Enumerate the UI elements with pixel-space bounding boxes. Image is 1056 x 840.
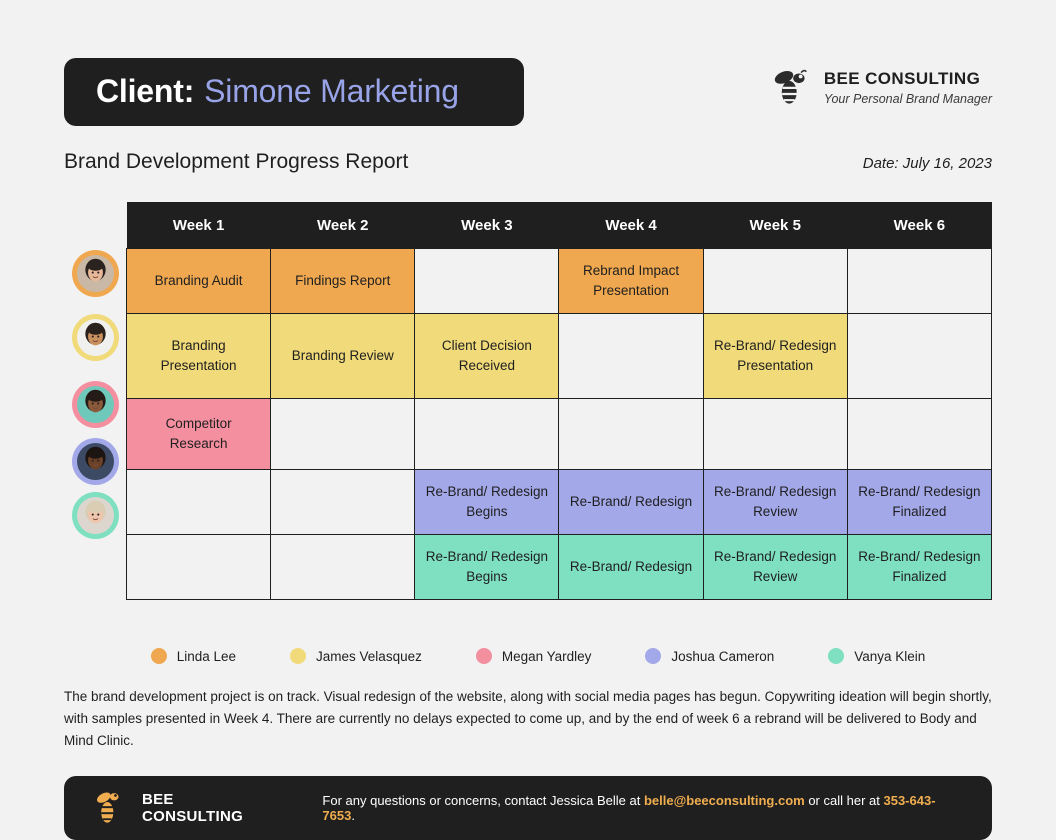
brand-logo-block: BEE CONSULTING Your Personal Brand Manag… — [770, 58, 992, 108]
task-cell[interactable]: Rebrand Impact Presentation — [558, 248, 704, 314]
avatar-cell — [64, 488, 126, 542]
footer-message-middle: or call her at — [804, 792, 884, 808]
avatar-megan-yardley — [71, 380, 119, 428]
task-cell[interactable]: Client Decision Received — [414, 313, 560, 399]
empty-cell — [702, 398, 848, 470]
avatar-photo — [76, 442, 114, 480]
avatar-cell — [64, 246, 126, 300]
footer-message-suffix: . — [351, 807, 355, 823]
brand-text: BEE CONSULTING Your Personal Brand Manag… — [824, 69, 992, 106]
avatar-cell — [64, 300, 126, 374]
legend-label: Megan Yardley — [501, 648, 592, 664]
bee-icon — [92, 789, 126, 827]
legend-label: James Velasquez — [316, 648, 422, 664]
task-cell[interactable]: Re-Brand/ Redesign — [558, 469, 704, 535]
footer-bar: BEE CONSULTING For any questions or conc… — [64, 775, 992, 840]
task-cell[interactable]: Branding Presentation — [125, 313, 272, 399]
contact-email-link[interactable]: belle@beeconsulting.com — [644, 793, 805, 808]
footer-message-prefix: For any questions or concerns, contact J… — [322, 792, 644, 808]
task-cell[interactable]: Re-Brand/ Redesign Review — [702, 534, 848, 600]
legend-color-dot — [290, 648, 307, 664]
empty-cell — [414, 248, 560, 314]
legend-label: Linda Lee — [176, 648, 237, 664]
table-row: Branding Audit Findings Report Rebrand Imp… — [125, 248, 993, 314]
legend-item: Megan Yardley — [475, 648, 592, 664]
empty-cell — [702, 248, 848, 314]
avatar-cell — [64, 434, 126, 488]
empty-cell — [558, 398, 704, 470]
column-header: Week 1 — [126, 202, 271, 249]
avatar-cell — [64, 374, 126, 434]
legend-item: Linda Lee — [150, 648, 237, 664]
table-header-row: Week 1 Week 2 Week 3 Week 4 Week 5 Week … — [126, 202, 992, 249]
table-row: Re-Brand/ Redesign Begins Re-Brand/ Redes… — [125, 534, 993, 600]
empty-cell — [270, 534, 416, 600]
empty-cell — [414, 398, 560, 470]
column-header: Week 2 — [270, 202, 415, 249]
gantt-table: Week 1 Week 2 Week 3 Week 4 Week 5 Week … — [125, 202, 993, 600]
avatar-james-velasquez — [71, 313, 119, 361]
report-date: Date: July 16, 2023 — [862, 155, 992, 172]
column-header: Week 5 — [703, 202, 848, 249]
empty-cell — [270, 398, 416, 470]
legend-color-dot — [150, 648, 167, 664]
column-header: Week 3 — [414, 202, 559, 249]
empty-cell — [125, 469, 272, 535]
column-header: Week 4 — [558, 202, 704, 249]
client-name: Simone Marketing — [204, 72, 459, 109]
client-banner: Client: Simone Marketing — [64, 58, 524, 126]
avatar-column — [64, 202, 126, 600]
task-cell[interactable]: Findings Report — [270, 248, 416, 314]
avatar-photo — [76, 496, 114, 534]
legend-label: Joshua Cameron — [671, 648, 775, 664]
task-cell[interactable]: Re-Brand/ Redesign Begins — [414, 534, 560, 600]
empty-cell — [846, 248, 993, 314]
legend-item: James Velasquez — [290, 648, 422, 664]
task-cell[interactable]: Re-Brand/ Redesign Review — [702, 469, 848, 535]
subtitle-row: Brand Development Progress Report Date: … — [64, 150, 992, 174]
task-cell[interactable]: Re-Brand/ Redesign — [558, 534, 704, 600]
summary-paragraph: The brand development project is on trac… — [64, 689, 992, 748]
brand-tagline: Your Personal Brand Manager — [823, 91, 992, 106]
avatar-photo — [76, 385, 114, 423]
task-cell[interactable]: Branding Audit — [125, 248, 272, 314]
empty-cell — [846, 313, 993, 399]
header: Client: Simone Marketing BEE CONSULTING — [64, 0, 992, 126]
footer-contact-message: For any questions or concerns, contact J… — [322, 793, 964, 823]
task-cell[interactable]: Competitor Research — [125, 398, 272, 470]
empty-cell — [125, 534, 272, 600]
avatar-vanya-klein — [71, 491, 119, 539]
avatar-photo — [76, 318, 114, 356]
avatar-photo — [76, 254, 114, 292]
brand-name: BEE CONSULTING — [823, 68, 981, 88]
legend-color-dot — [828, 648, 845, 664]
gantt-area: Week 1 Week 2 Week 3 Week 4 Week 5 Week … — [64, 202, 993, 600]
task-cell[interactable]: Re-Brand/ Redesign Finalized — [846, 534, 993, 600]
empty-cell — [270, 469, 416, 535]
legend-label: Vanya Klein — [854, 648, 926, 664]
task-cell[interactable]: Re-Brand/ Redesign Presentation — [702, 313, 848, 399]
table-row: Re-Brand/ Redesign Begins Re-Brand/ Redes… — [125, 469, 993, 535]
legend-color-dot — [645, 648, 662, 664]
footer-brand-name: BEE CONSULTING — [142, 790, 244, 825]
empty-cell — [558, 313, 704, 399]
table-row: Branding Presentation Branding Review Clie… — [125, 313, 993, 399]
page-title: Brand Development Progress Report — [64, 150, 409, 173]
client-label: Client: — [96, 72, 195, 109]
legend-item: Vanya Klein — [828, 648, 925, 664]
table-row: Competitor Research — [125, 398, 993, 470]
empty-cell — [846, 398, 993, 470]
legend: Linda Lee James Velasquez Megan Yardley Jos… — [64, 648, 992, 664]
legend-color-dot — [475, 648, 492, 664]
report-page: Client: Simone Marketing BEE CONSULTING — [0, 0, 1056, 840]
task-cell[interactable]: Re-Brand/ Redesign Begins — [414, 469, 560, 535]
column-header: Week 6 — [847, 202, 992, 249]
task-cell[interactable]: Branding Review — [270, 313, 416, 399]
avatar-joshua-cameron — [71, 437, 119, 485]
bee-icon — [770, 66, 812, 108]
avatar-linda-lee — [71, 249, 119, 297]
task-cell[interactable]: Re-Brand/ Redesign Finalized — [846, 469, 993, 535]
legend-item: Joshua Cameron — [645, 648, 774, 664]
